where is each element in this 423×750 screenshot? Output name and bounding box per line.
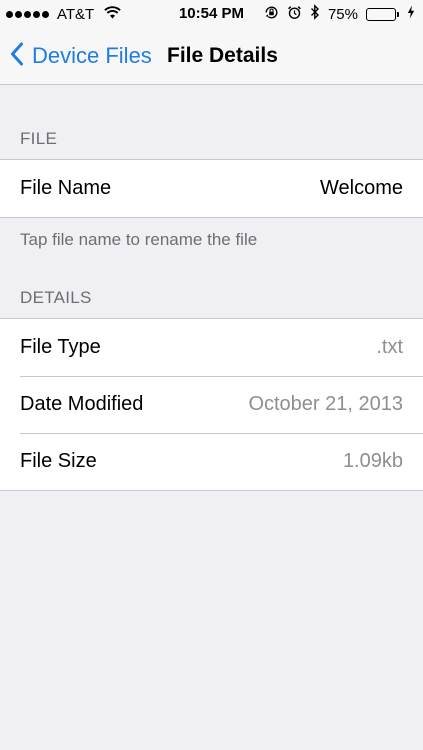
row-label: File Type <box>20 336 101 358</box>
file-section: FILE File Name Welcome Tap file name to … <box>0 85 423 250</box>
back-button-label: Device Files <box>32 43 152 68</box>
row-file-size: File Size 1.09kb <box>0 433 423 490</box>
status-bar: AT&T 10:54 PM 75% <box>0 0 423 28</box>
details-section: DETAILS File Type .txt Date Modified Oct… <box>0 250 423 491</box>
chevron-left-icon <box>10 42 24 71</box>
date-modified-value: October 21, 2013 <box>248 393 403 415</box>
carrier-label: AT&T <box>57 5 95 23</box>
file-size-value: 1.09kb <box>342 450 403 472</box>
section-header-details: DETAILS <box>20 288 92 307</box>
status-left: AT&T <box>6 0 121 28</box>
back-button[interactable]: Device Files <box>10 28 152 84</box>
details-group: File Type .txt Date Modified October 21,… <box>0 318 423 491</box>
file-name-value: Welcome <box>320 177 403 199</box>
row-file-type: File Type .txt <box>0 319 423 376</box>
section-footer-file: Tap file name to rename the file <box>20 230 258 249</box>
page-title: File Details <box>167 44 278 67</box>
row-label: File Size <box>20 450 97 472</box>
alarm-icon <box>287 5 302 24</box>
row-label: Date Modified <box>20 393 144 415</box>
bluetooth-icon <box>310 4 320 24</box>
row-label: File Name <box>20 177 112 199</box>
status-right: 75% <box>264 0 415 28</box>
file-type-value: .txt <box>376 336 403 358</box>
charging-bolt-icon <box>407 5 415 23</box>
battery-icon <box>366 7 399 21</box>
battery-percent: 75% <box>327 5 358 23</box>
section-header-file: FILE <box>20 129 58 148</box>
row-date-modified: Date Modified October 21, 2013 <box>0 376 423 433</box>
row-file-name[interactable]: File Name Welcome <box>0 160 423 217</box>
signal-dots-icon <box>6 10 49 18</box>
orientation-lock-icon <box>264 5 279 24</box>
file-group: File Name Welcome <box>0 159 423 218</box>
wifi-icon <box>104 5 121 23</box>
navigation-bar: Device Files File Details <box>0 28 423 85</box>
